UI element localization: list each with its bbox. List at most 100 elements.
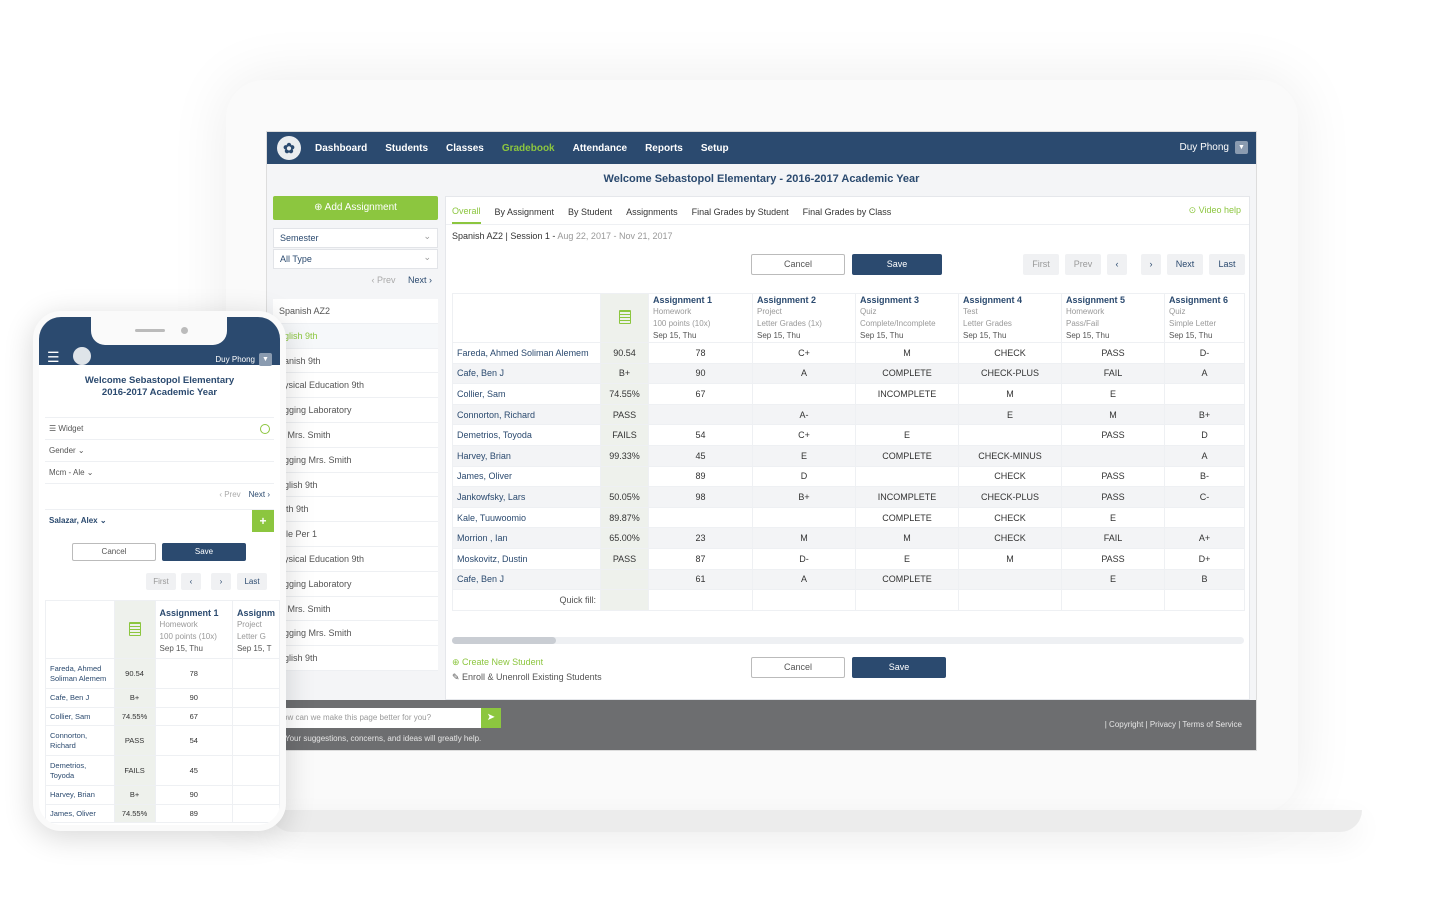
grade-cell[interactable]: CHECK [958, 506, 1062, 529]
quick-fill-cell[interactable] [1061, 589, 1165, 611]
phone-student-name[interactable]: Cafe, Ben J [45, 688, 115, 708]
footer-links[interactable]: | Copyright | Privacy | Terms of Service [1105, 720, 1242, 729]
phone-cancel-button[interactable]: Cancel [72, 543, 156, 561]
calculator-icon[interactable] [113, 600, 156, 659]
class-item[interactable]: panish 9th [273, 349, 438, 374]
nav-dashboard[interactable]: Dashboard [315, 143, 367, 154]
grade-cell[interactable] [752, 383, 856, 405]
widget-play-icon[interactable] [260, 424, 270, 434]
student-name-link[interactable]: Harvey, Brian [452, 444, 601, 467]
grade-cell[interactable] [648, 403, 753, 426]
class-item[interactable]: nglish 9th [273, 646, 438, 671]
grade-cell[interactable]: A+ [1164, 527, 1245, 549]
enroll-link[interactable]: ✎ Enroll & Unenroll Existing Students [452, 672, 1244, 683]
grade-cell[interactable]: 23 [648, 527, 753, 549]
grade-cell[interactable]: 45 [648, 444, 753, 467]
grade-cell[interactable]: E [958, 403, 1062, 426]
class-item[interactable]: ogging Mrs. Smith [273, 448, 438, 473]
grade-cell[interactable]: E [855, 547, 959, 570]
add-icon[interactable]: + [252, 510, 274, 532]
nav-setup[interactable]: Setup [701, 143, 729, 154]
grade-cell[interactable]: A [752, 362, 856, 385]
grade-cell[interactable]: CHECK [958, 342, 1062, 364]
grade-cell[interactable]: 78 [648, 342, 753, 364]
grade-cell[interactable]: CHECK-PLUS [958, 362, 1062, 385]
app-logo-icon[interactable] [73, 347, 91, 365]
send-icon[interactable]: ➤ [481, 708, 501, 728]
class-item[interactable]: nglish 9th [273, 473, 438, 498]
assignment-3-header[interactable]: Assignment 3 Quiz Complete/Incomplete Sep 1… [855, 293, 959, 343]
grade-cell[interactable]: 98 [648, 486, 753, 508]
grade-cell[interactable]: B [1164, 568, 1245, 591]
grade-cell[interactable] [1061, 444, 1165, 467]
grade-cell[interactable]: COMPLETE [855, 506, 959, 529]
phone-grade-cell[interactable]: 45 [154, 755, 233, 786]
grade-cell[interactable]: 87 [648, 547, 753, 570]
grade-cell[interactable]: 67 [648, 383, 753, 405]
grade-cell[interactable]: C+ [752, 424, 856, 446]
horizontal-scrollbar[interactable] [452, 637, 1244, 644]
next-page-button[interactable]: Next [1167, 254, 1203, 275]
assignment-6-header[interactable]: Assignment 6 Quiz Simple Letter Sep 15, Thu [1164, 293, 1245, 343]
phone-grade-cell[interactable]: 90 [154, 688, 233, 708]
tab-by-assignment[interactable]: By Assignment [495, 199, 555, 223]
phone-grade-cell[interactable] [231, 803, 280, 823]
tab-final-by-class[interactable]: Final Grades by Class [803, 199, 892, 223]
grade-cell[interactable] [648, 506, 753, 529]
calculator-icon[interactable] [600, 293, 649, 343]
grade-cell[interactable]: FAIL [1061, 362, 1165, 385]
grade-cell[interactable] [752, 506, 856, 529]
quick-fill-cell[interactable] [752, 589, 856, 611]
class-item[interactable]: E Mrs. Smith [273, 597, 438, 622]
feedback-input[interactable]: ow can we make this page better for you? [279, 708, 495, 728]
grade-cell[interactable]: M [958, 383, 1062, 405]
grade-cell[interactable]: B- [1164, 465, 1245, 488]
student-name-link[interactable]: Kale, Tuuwoomio [452, 506, 601, 529]
quick-fill-cell[interactable] [648, 589, 753, 611]
phone-grade-cell[interactable]: 67 [154, 706, 233, 726]
student-name-link[interactable]: Morrion , Ian [452, 527, 601, 549]
phone-student-name[interactable]: Demetrios, Toyoda [45, 755, 115, 786]
phone-student-name[interactable]: Collier, Sam [45, 706, 115, 726]
grade-cell[interactable]: C+ [752, 342, 856, 364]
class-item-active[interactable]: nglish 9th [273, 323, 438, 349]
grade-cell[interactable]: M [752, 527, 856, 549]
sidebar-next-link[interactable]: Next › [408, 275, 432, 285]
phone-prev-link[interactable]: ‹ Prev [219, 490, 240, 499]
nav-attendance[interactable]: Attendance [573, 143, 627, 154]
grade-cell[interactable]: E [1061, 568, 1165, 591]
phone-grade-cell[interactable] [231, 725, 280, 756]
grade-cell[interactable]: M [855, 527, 959, 549]
grade-cell[interactable]: B+ [1164, 403, 1245, 426]
scrollbar-thumb[interactable] [452, 637, 556, 644]
quick-fill-cell[interactable] [1164, 589, 1245, 611]
grade-cell[interactable]: 61 [648, 568, 753, 591]
grade-cell[interactable]: E [752, 444, 856, 467]
cancel-button[interactable]: Cancel [751, 254, 845, 275]
grade-cell[interactable]: A [752, 568, 856, 591]
class-item[interactable]: ogging Mrs. Smith [273, 621, 438, 647]
grade-cell[interactable]: B+ [752, 486, 856, 508]
class-item[interactable]: lath 9th [273, 497, 438, 523]
student-name-link[interactable]: Connorton, Richard [452, 403, 601, 426]
grade-cell[interactable]: A- [752, 403, 856, 426]
tab-overall[interactable]: Overall [452, 198, 481, 224]
grade-cell[interactable] [855, 465, 959, 488]
student-name-link[interactable]: Fareda, Ahmed Soliman Alemem [452, 342, 601, 364]
chevron-down-icon[interactable]: ▼ [259, 353, 272, 366]
grade-cell[interactable]: INCOMPLETE [855, 383, 959, 405]
phone-grade-cell[interactable]: 89 [154, 803, 233, 823]
video-help-link[interactable]: ⊙ Video help [1189, 205, 1241, 216]
app-logo-icon[interactable]: ✿ [277, 136, 301, 160]
grade-cell[interactable]: CHECK-MINUS [958, 444, 1062, 467]
student-name-link[interactable]: Cafe, Ben J [452, 362, 601, 385]
grade-cell[interactable]: COMPLETE [855, 362, 959, 385]
nav-gradebook[interactable]: Gradebook [502, 143, 555, 154]
quick-fill-cell[interactable] [958, 589, 1062, 611]
grade-cell[interactable]: 89 [648, 465, 753, 488]
grade-cell[interactable]: CHECK [958, 527, 1062, 549]
grade-cell[interactable]: INCOMPLETE [855, 486, 959, 508]
phone-grade-cell[interactable]: 90 [154, 785, 233, 805]
last-page-button[interactable]: Last [1209, 254, 1245, 275]
phone-first-button[interactable]: First [146, 573, 176, 590]
